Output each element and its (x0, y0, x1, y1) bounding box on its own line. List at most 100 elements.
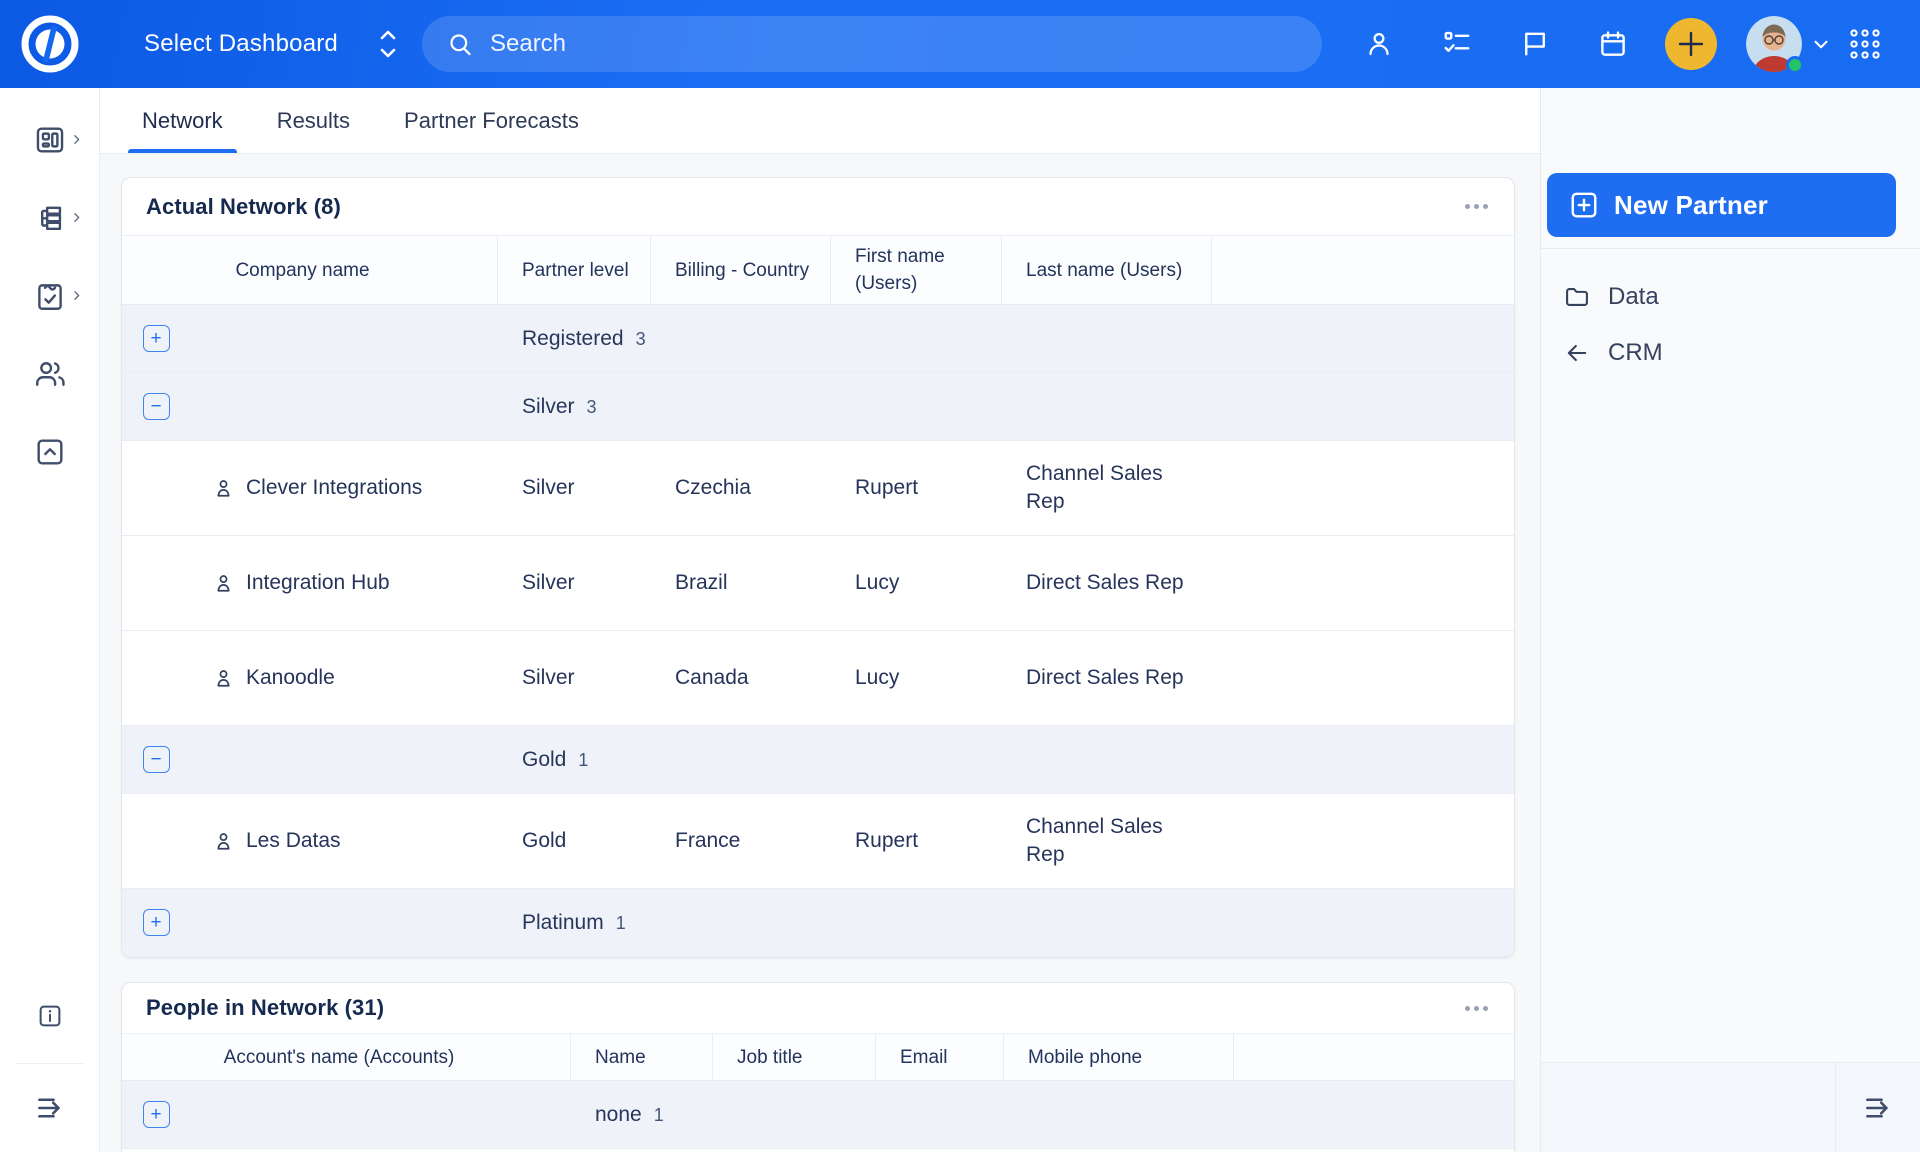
sidebar-item-hierarchy[interactable] (0, 201, 100, 235)
group-label: Platinum (522, 909, 604, 937)
card-title: People in Network (31) (146, 995, 384, 1021)
dashboard-selector-label[interactable]: Select Dashboard (144, 30, 338, 58)
collapse-group-button[interactable]: − (143, 746, 170, 773)
person-icon (212, 477, 235, 500)
company-name: Integration Hub (246, 569, 390, 597)
column-header[interactable]: Last name (Users) (1002, 236, 1212, 304)
sidebar-expand-button[interactable] (0, 1064, 100, 1152)
first-name-cell: Lucy (831, 561, 1002, 605)
group-label: Registered (522, 325, 624, 353)
new-partner-button[interactable]: New Partner (1547, 173, 1896, 237)
sidebar-item-info[interactable] (0, 983, 100, 1049)
user-icon[interactable] (1364, 29, 1394, 59)
column-header-empty (1212, 236, 1514, 304)
people-table-body: + none 1 (122, 1081, 1514, 1152)
expand-panel-icon (33, 1091, 67, 1125)
billing-country-cell: Brazil (651, 561, 831, 605)
sort-chevrons-icon[interactable] (378, 27, 398, 61)
billing-country-cell: France (651, 819, 831, 863)
expand-group-button[interactable]: + (143, 909, 170, 936)
billing-country-cell: Czechia (651, 466, 831, 510)
card-title: Actual Network (8) (146, 194, 341, 220)
panel-divider (1541, 248, 1920, 249)
person-icon (212, 667, 235, 690)
column-header[interactable]: Billing - Country (651, 236, 831, 304)
new-partner-label: New Partner (1614, 190, 1768, 221)
company-cell: Clever Integrations (190, 466, 498, 510)
column-header[interactable]: Job title (713, 1034, 876, 1080)
topbar: Select Dashboard (0, 0, 1920, 88)
column-header[interactable]: Name (571, 1034, 713, 1080)
sidebar-item-activities[interactable] (0, 279, 100, 313)
company-name: Les Datas (246, 827, 341, 855)
company-name: Clever Integrations (246, 474, 422, 502)
company-cell: Kanoodle (190, 656, 498, 700)
partner-level-cell: Silver (498, 466, 651, 510)
sidebar-item-contacts[interactable] (0, 357, 100, 391)
chevron-right-icon (70, 133, 83, 146)
column-header[interactable]: First name (Users) (831, 236, 1002, 304)
panel-item-crm[interactable]: CRM (1541, 329, 1920, 377)
tasks-icon[interactable] (1442, 29, 1472, 59)
table-row[interactable]: Les DatasGoldFranceRupertChannel Sales R… (122, 794, 1514, 889)
clipboard-check-icon (33, 279, 67, 313)
sidebar-item-import[interactable] (0, 435, 100, 469)
search-input[interactable] (422, 16, 1322, 72)
column-header[interactable]: Company name (122, 236, 498, 304)
quick-add-button[interactable] (1665, 18, 1717, 70)
chevron-right-icon (70, 211, 83, 224)
tab-partner-forecasts[interactable]: Partner Forecasts (390, 88, 593, 153)
panel-item-data[interactable]: Data (1541, 273, 1920, 321)
panel-expand-button[interactable] (1835, 1063, 1920, 1152)
topbar-actions (1364, 16, 1920, 72)
avatar[interactable] (1746, 16, 1802, 72)
group-count: 1 (578, 746, 588, 774)
table-row[interactable]: KanoodleSilverCanadaLucyDirect Sales Rep (122, 631, 1514, 726)
right-panel-footer (1541, 1062, 1920, 1152)
people-card: People in Network (31) Account's name (A… (121, 982, 1515, 1152)
dashboard-content: Actual Network (8) Company name Partner … (100, 154, 1540, 1152)
ellipsis-menu-icon[interactable] (1463, 1000, 1490, 1017)
table-row[interactable]: Integration HubSilverBrazilLucyDirect Sa… (122, 536, 1514, 631)
app-logo[interactable] (0, 0, 100, 88)
group-row: +Registered3 (122, 305, 1514, 373)
info-icon (35, 1001, 65, 1031)
table-row[interactable]: Clever IntegrationsSilverCzechiaRupertCh… (122, 441, 1514, 536)
flag-icon[interactable] (1520, 29, 1550, 59)
expand-group-button[interactable]: + (143, 1101, 170, 1128)
panel-item-label: Data (1608, 283, 1659, 311)
group-count: 1 (616, 909, 626, 937)
person-icon (212, 572, 235, 595)
expand-group-button[interactable]: + (143, 325, 170, 352)
collapse-group-button[interactable]: − (143, 393, 170, 420)
company-cell: Integration Hub (190, 561, 498, 605)
dashboard-icon (33, 123, 67, 157)
last-name-cell: Channel Sales Rep (1002, 805, 1212, 877)
group-row: + none 1 (122, 1081, 1514, 1149)
tab-bar: Network Results Partner Forecasts (100, 88, 1540, 154)
company-name: Kanoodle (246, 664, 335, 692)
partner-level-cell: Silver (498, 561, 651, 605)
main-area: Network Results Partner Forecasts Actual… (100, 88, 1540, 1152)
sidebar-item-dashboards[interactable] (0, 123, 100, 157)
right-panel: New Partner Data CRM (1540, 88, 1920, 1152)
partner-level-cell: Gold (498, 819, 651, 863)
tab-network[interactable]: Network (128, 88, 237, 153)
expand-panel-icon (1861, 1091, 1895, 1125)
column-header[interactable]: Email (876, 1034, 1004, 1080)
first-name-cell: Rupert (831, 466, 1002, 510)
group-label: Silver (522, 393, 575, 421)
group-label: none (595, 1101, 642, 1129)
chevron-down-icon[interactable] (1810, 33, 1832, 55)
group-count: 1 (654, 1101, 664, 1129)
tab-results[interactable]: Results (263, 88, 364, 153)
column-header[interactable]: Account's name (Accounts) (122, 1034, 571, 1080)
folder-icon (1563, 283, 1591, 311)
apps-grid-icon[interactable] (1848, 27, 1882, 61)
ellipsis-menu-icon[interactable] (1463, 198, 1490, 215)
column-header[interactable]: Partner level (498, 236, 651, 304)
column-header[interactable]: Mobile phone (1004, 1034, 1234, 1080)
boxed-plus-icon (1569, 190, 1599, 220)
group-row: −Gold1 (122, 726, 1514, 794)
calendar-icon[interactable] (1598, 29, 1628, 59)
